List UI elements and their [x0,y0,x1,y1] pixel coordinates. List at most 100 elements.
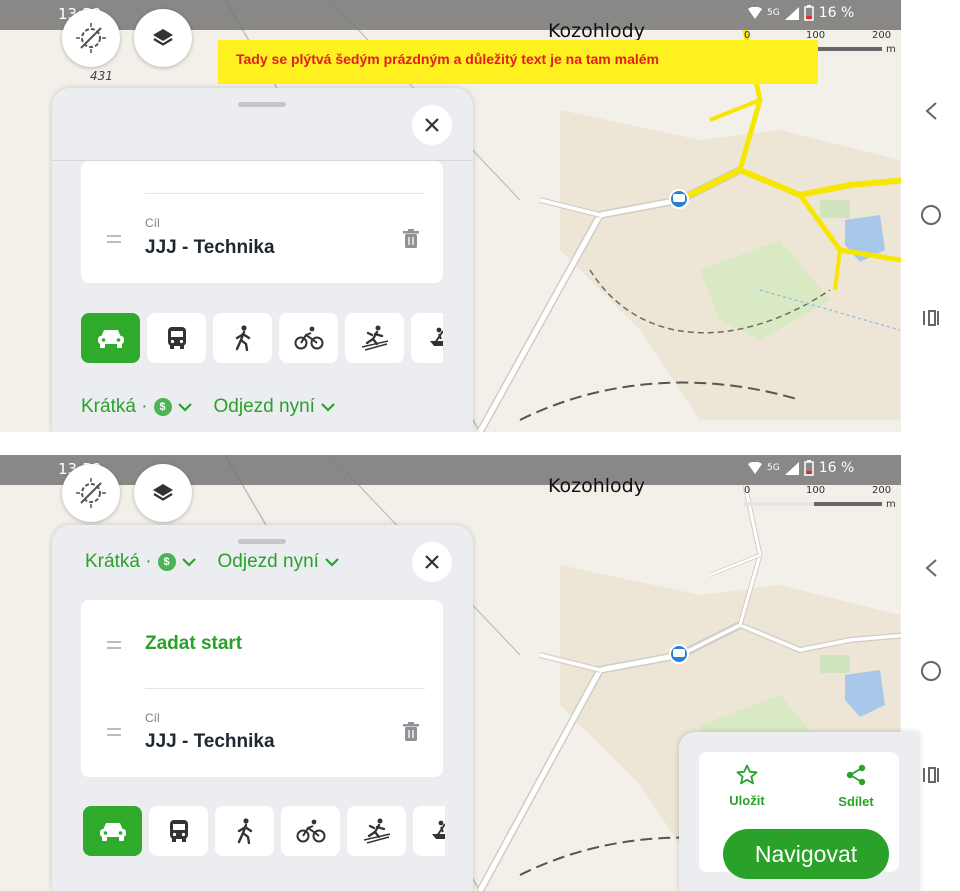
mode-bus-button[interactable] [147,313,206,363]
row-divider [145,193,425,194]
panel-grabber[interactable] [238,539,286,544]
route-type-label: Krátká · [81,396,148,417]
departure-dropdown[interactable]: Odjezd nyní [214,396,335,418]
star-icon [736,764,758,785]
boat-icon [429,327,443,346]
mode-boat-button[interactable] [411,313,443,363]
map-scale: 0 100 200 m [742,485,898,511]
route-actions-card: Uložit Sdílet Navigovat [679,732,919,891]
mode-ski-button[interactable] [347,806,406,856]
close-icon [425,118,439,132]
layers-icon [153,484,173,501]
mode-car-button[interactable] [81,313,140,363]
panel-grabber[interactable] [238,102,286,107]
compass-button[interactable] [62,464,120,522]
scale-unit: m [886,499,896,510]
battery-icon [803,5,814,21]
compass-icon [76,478,106,508]
departure-label: Odjezd nyní [217,551,319,572]
start-input[interactable]: Zadat start [145,633,242,655]
annotation-note: Tady se plýtvá šedým prázdným a důležitý… [218,40,818,84]
transport-modes [83,806,445,856]
heading-label: 431 [90,69,113,83]
car-icon [97,330,124,348]
system-nav-bar [901,0,960,432]
departure-dropdown[interactable]: Odjezd nyní [218,551,339,573]
close-button[interactable] [412,542,452,582]
status-icons: 5G 16 % [748,5,854,21]
scale-bar-light [744,502,814,506]
scale-label-200: 200 [872,30,892,41]
bike-icon [294,326,323,350]
layers-icon [153,29,173,46]
place-label: Kozohlody [548,475,645,497]
back-nav-icon[interactable] [917,97,945,125]
share-button[interactable]: Sdílet [821,764,891,809]
route-type-dropdown[interactable]: Krátká · $ [85,551,196,573]
battery-level: 16 % [818,5,855,21]
mode-bike-button[interactable] [281,806,340,856]
bike-icon [296,819,325,843]
share-label: Sdílet [838,794,874,809]
mode-walk-button[interactable] [215,806,274,856]
route-card: Zadat start Cíl JJJ - Technika [81,600,443,777]
save-button[interactable]: Uložit [712,764,782,808]
mode-bus-button[interactable] [149,806,208,856]
route-type-label: Krátká · [85,551,152,572]
mode-car-button[interactable] [83,806,142,856]
layers-button[interactable] [134,9,192,67]
home-nav-icon[interactable] [917,201,945,229]
mode-boat-button[interactable] [413,806,445,856]
compass-button[interactable] [62,9,120,67]
destination-value[interactable]: JJJ - Technika [145,237,275,259]
share-icon [846,764,866,786]
recents-nav-icon[interactable] [917,304,945,332]
trash-icon[interactable] [402,229,420,249]
route-options: Krátká · $ Odjezd nyní [81,393,335,421]
screenshot-after: 13:58 5G 16 % Kozohlody 0 100 200 m [0,455,960,891]
layers-button[interactable] [134,464,192,522]
destination-label: Cíl [145,711,160,725]
scale-label-100: 100 [806,485,826,496]
mode-walk-button[interactable] [213,313,272,363]
recents-nav-icon[interactable] [917,761,945,789]
chevron-down-icon [325,557,339,567]
signal-icon [784,461,799,475]
destination-label: Cíl [145,216,160,230]
back-nav-icon[interactable] [917,554,945,582]
transport-modes [81,313,443,363]
signal-icon [784,6,799,20]
row-divider [145,688,425,689]
bus-icon [167,327,186,349]
close-icon [425,555,439,569]
wifi-icon [748,7,762,19]
wifi-icon [748,462,762,474]
trash-icon[interactable] [402,722,420,742]
bus-icon [169,820,188,842]
drag-handle-icon[interactable] [107,235,121,243]
scale-unit: m [886,44,896,55]
network-type: 5G [767,8,780,18]
drag-handle-icon[interactable] [107,641,121,649]
route-planner-panel: Cíl JJJ - Technika Krátká · $ Odjezd nyn… [52,88,473,432]
close-button[interactable] [412,105,452,145]
chevron-down-icon [321,402,335,412]
drag-handle-icon[interactable] [107,728,121,736]
compass-icon [76,23,106,53]
save-label: Uložit [729,793,765,808]
chevron-down-icon [177,402,192,412]
toll-icon: $ [153,398,172,416]
ski-icon [363,818,390,844]
battery-icon [803,460,814,476]
mode-ski-button[interactable] [345,313,404,363]
route-card: Cíl JJJ - Technika [81,161,443,283]
destination-value[interactable]: JJJ - Technika [145,731,275,753]
walk-icon [237,818,252,844]
departure-label: Odjezd nyní [213,396,315,417]
route-options: Krátká · $ Odjezd nyní [85,548,339,576]
route-type-dropdown[interactable]: Krátká · $ [81,396,192,418]
mode-bike-button[interactable] [279,313,338,363]
navigate-button[interactable]: Navigovat [723,829,889,879]
walk-icon [235,325,250,351]
home-nav-icon[interactable] [917,657,945,685]
